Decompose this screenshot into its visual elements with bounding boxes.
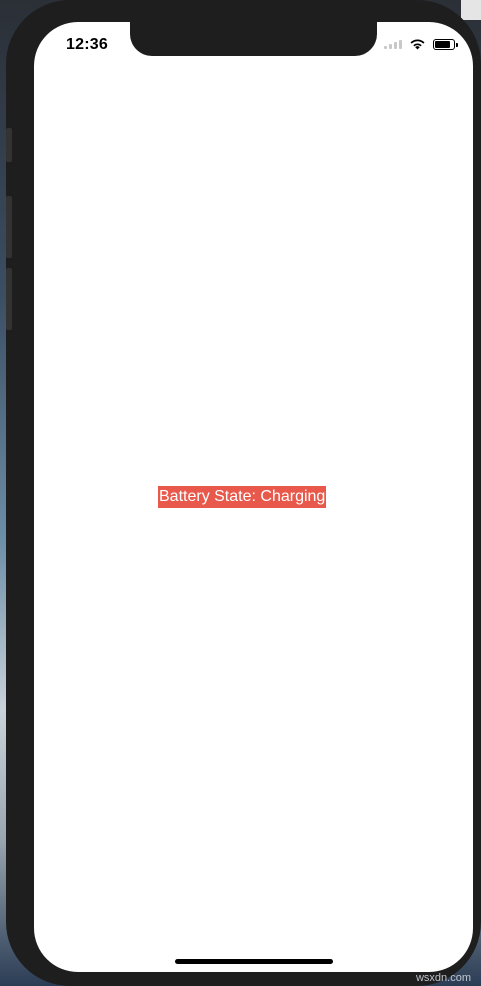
- home-indicator[interactable]: [175, 959, 333, 964]
- wifi-icon: [410, 39, 425, 50]
- cellular-signal-icon: [384, 39, 402, 49]
- watermark: wsxdn.com: [415, 972, 471, 984]
- battery-icon: [433, 38, 458, 50]
- volume-down-button: [6, 268, 12, 330]
- phone-screen: 12:36 Battery State: Charging: [34, 22, 473, 972]
- status-bar-icons: [384, 38, 458, 50]
- phone-frame: 12:36 Battery State: Charging: [6, 0, 481, 986]
- battery-state-label: Battery State: Charging: [158, 486, 327, 508]
- desktop-corner: [461, 0, 481, 20]
- notch: [130, 22, 377, 56]
- volume-up-button: [6, 196, 12, 258]
- mute-switch: [6, 128, 12, 162]
- status-bar-time: 12:36: [66, 36, 108, 53]
